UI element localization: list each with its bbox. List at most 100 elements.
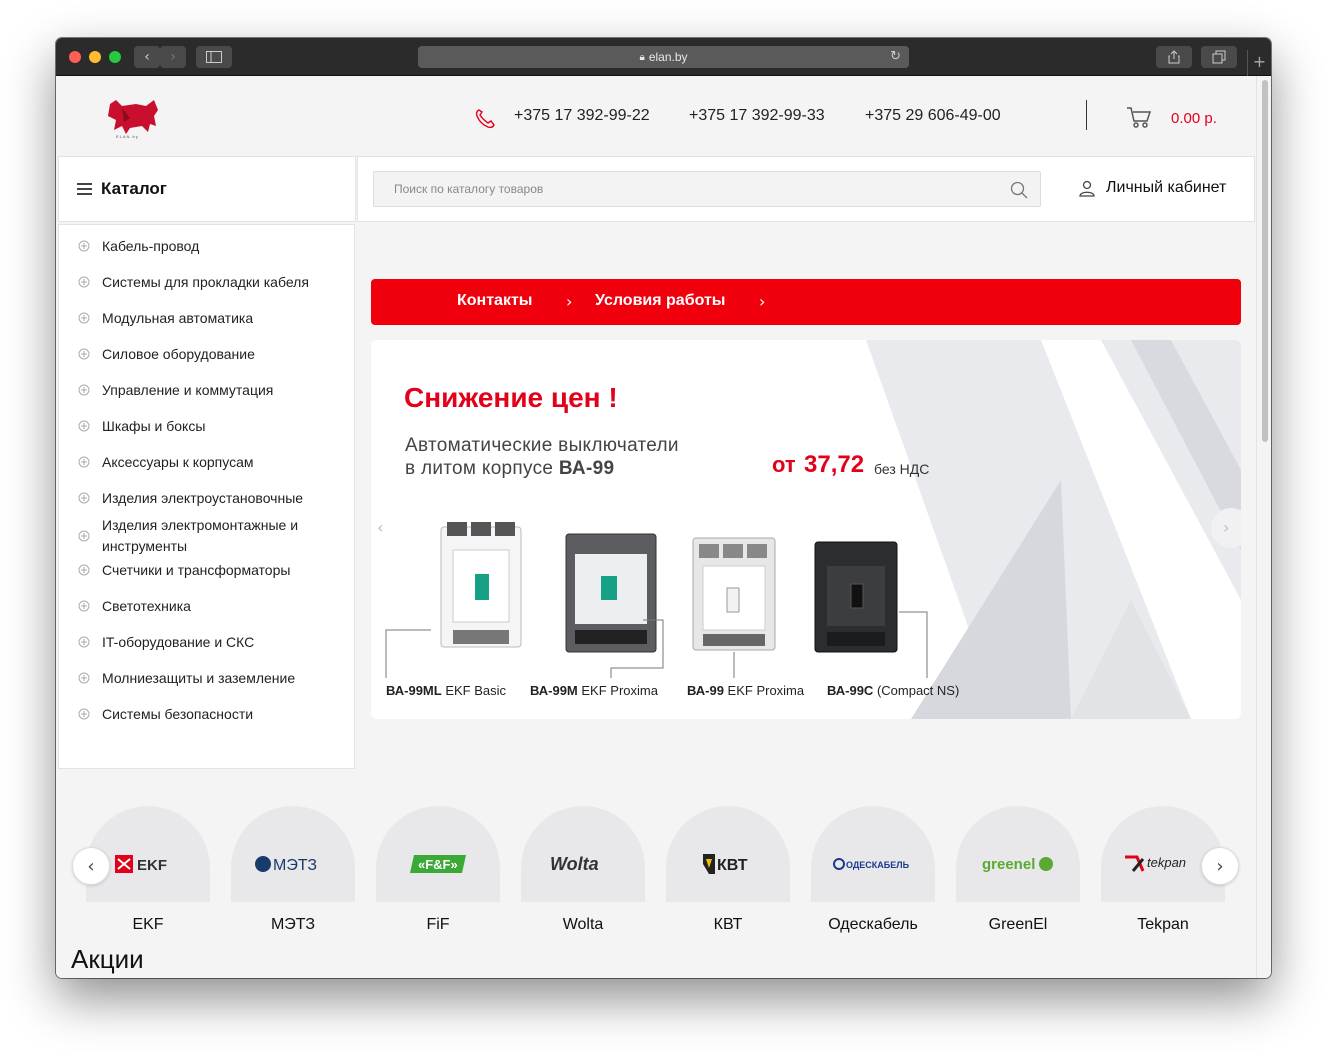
brands-next-button[interactable]: ›	[1201, 847, 1239, 885]
catalog-item[interactable]: Аксессуары к корпусам	[59, 444, 356, 480]
brand-name: FiF	[426, 916, 450, 933]
catalog-item-label: Счетчики и трансформаторы	[102, 561, 291, 578]
back-button[interactable]: ‹	[134, 46, 160, 68]
expand-plus-icon[interactable]	[78, 492, 90, 504]
cart-total[interactable]: 0.00 р.	[1171, 110, 1217, 127]
catalog-item-label: Силовое оборудование	[102, 345, 255, 362]
chevron-right-icon: ›	[1216, 855, 1224, 877]
top-nav-bar: Контакты › Условия работы ›	[371, 279, 1241, 325]
catalog-item[interactable]: Шкафы и боксы	[59, 408, 356, 444]
wolta-logo-text: Wolta	[550, 854, 599, 874]
tekpan-logo-text: tekpan	[1147, 855, 1186, 870]
product-model: ВА-99М	[530, 683, 578, 698]
brand-name: Tekpan	[1137, 916, 1189, 933]
expand-plus-icon[interactable]	[78, 600, 90, 612]
chevron-right-icon: ›	[1223, 518, 1230, 537]
odeskabel-logo: ОДЕСКАБЕЛЬ	[811, 844, 935, 884]
tabs-overview-button[interactable]	[1201, 46, 1237, 68]
share-button[interactable]	[1156, 46, 1192, 68]
new-tab-button[interactable]: +	[1247, 50, 1271, 76]
brand-item[interactable]: «F&F» FiF	[376, 806, 500, 946]
fif-logo: «F&F»	[376, 844, 500, 884]
reload-icon[interactable]: ↻	[890, 49, 901, 64]
browser-titlebar: ‹ › 🔒︎ elan.by ↻ +	[56, 38, 1271, 76]
phone-number-1[interactable]: +375 17 392-99-22	[514, 107, 650, 125]
nav-link-terms[interactable]: Условия работы	[595, 292, 725, 310]
expand-plus-icon[interactable]	[78, 420, 90, 432]
close-window-button[interactable]	[69, 51, 81, 63]
phone-number-2[interactable]: +375 17 392-99-33	[689, 107, 825, 125]
promo-banner[interactable]: Снижение цен ! Автоматические выключател…	[371, 340, 1241, 719]
zoom-window-button[interactable]	[109, 51, 121, 63]
phone-number-3[interactable]: +375 29 606-49-00	[865, 107, 1001, 125]
catalog-item[interactable]: Светотехника	[59, 588, 356, 624]
brands-prev-button[interactable]: ‹	[72, 847, 110, 885]
address-bar[interactable]: 🔒︎ elan.by ↻	[418, 46, 909, 68]
catalog-item[interactable]: Модульная автоматика	[59, 300, 356, 336]
catalog-item[interactable]: Системы безопасности	[59, 696, 356, 732]
brand-name: GreenEl	[988, 916, 1048, 933]
expand-plus-icon[interactable]	[78, 672, 90, 684]
expand-plus-icon[interactable]	[78, 636, 90, 648]
product-callout-lines	[385, 611, 928, 678]
expand-plus-icon[interactable]	[78, 530, 90, 542]
greenel-logo: greenel	[956, 844, 1080, 884]
user-icon	[1079, 180, 1095, 197]
catalog-item[interactable]: Кабель-провод	[59, 228, 356, 264]
search-input[interactable]	[374, 172, 994, 206]
catalog-item[interactable]: Управление и коммутация	[59, 372, 356, 408]
wolta-logo: Wolta	[521, 844, 645, 884]
catalog-item[interactable]: Изделия электромонтажные и инструменты	[59, 517, 356, 554]
product-label-va99: ВА-99 EKF Proxima	[687, 683, 804, 698]
catalog-item-label: Кабель-провод	[102, 237, 200, 254]
brand-name: Wolta	[562, 916, 604, 933]
catalog-title: Каталог	[101, 179, 167, 198]
product-label-va99c: ВА-99С (Compact NS)	[827, 683, 959, 698]
expand-plus-icon[interactable]	[78, 240, 90, 252]
minimize-window-button[interactable]	[89, 51, 101, 63]
catalog-item-label: Модульная автоматика	[102, 309, 254, 326]
expand-plus-icon[interactable]	[78, 384, 90, 396]
product-label-va99m: ВА-99М EKF Proxima	[530, 683, 658, 698]
nav-link-contacts[interactable]: Контакты	[457, 292, 532, 310]
catalog-item[interactable]: Изделия электроустановочные	[59, 480, 356, 516]
elan-logo[interactable]: ELAN.by	[102, 96, 162, 140]
brand-item[interactable]: КВТ КВТ	[666, 806, 790, 946]
catalog-item[interactable]: Силовое оборудование	[59, 336, 356, 372]
expand-plus-icon[interactable]	[78, 456, 90, 468]
lock-icon: 🔒︎	[639, 51, 645, 63]
chevron-right-icon: ›	[566, 292, 573, 311]
catalog-sidebar: Кабель-провод Системы для прокладки кабел…	[58, 224, 355, 769]
cart-icon[interactable]	[1126, 104, 1152, 130]
svg-text:EKF: EKF	[137, 857, 167, 874]
sidebar-toggle-button[interactable]	[196, 46, 232, 68]
catalog-item-label: Системы для прокладки кабеля	[102, 273, 309, 290]
catalog-menu-button[interactable]: Каталог	[58, 156, 356, 222]
page-scrollbar-thumb[interactable]	[1262, 80, 1268, 442]
expand-plus-icon[interactable]	[78, 348, 90, 360]
brand-item[interactable]: ОДЕСКАБЕЛЬ Одескабель	[811, 806, 935, 946]
brand-item[interactable]: МЭТЗ МЭТЗ	[231, 806, 355, 946]
forward-button[interactable]: ›	[160, 46, 186, 68]
catalog-item[interactable]: IT-оборудование и СКС	[59, 624, 356, 660]
product-model: ВА-99ML	[386, 683, 442, 698]
catalog-item-label: Аксессуары к корпусам	[102, 453, 254, 470]
catalog-item-label: Изделия электромонтажные и инструменты	[102, 517, 299, 554]
metz-logo: МЭТЗ	[231, 844, 355, 884]
kvt-logo: КВТ	[666, 844, 790, 884]
catalog-item[interactable]: Системы для прокладки кабеля	[59, 264, 356, 300]
search-icon[interactable]	[1010, 181, 1028, 199]
expand-plus-icon[interactable]	[78, 312, 90, 324]
catalog-item[interactable]: Молниезащиты и заземление	[59, 660, 356, 696]
expand-plus-icon[interactable]	[78, 564, 90, 576]
expand-plus-icon[interactable]	[78, 276, 90, 288]
chevron-left-icon: ‹	[144, 49, 150, 65]
expand-plus-icon[interactable]	[78, 708, 90, 720]
catalog-item[interactable]: Счетчики и трансформаторы	[59, 552, 356, 588]
brand-item[interactable]: Wolta Wolta	[521, 806, 645, 946]
banner-prev-arrow[interactable]: ‹	[377, 518, 383, 537]
share-icon	[1168, 50, 1180, 64]
chevron-right-icon: ›	[170, 49, 176, 65]
account-link[interactable]: Личный кабинет	[1078, 179, 1226, 197]
brand-item[interactable]: greenel GreenEl	[956, 806, 1080, 946]
